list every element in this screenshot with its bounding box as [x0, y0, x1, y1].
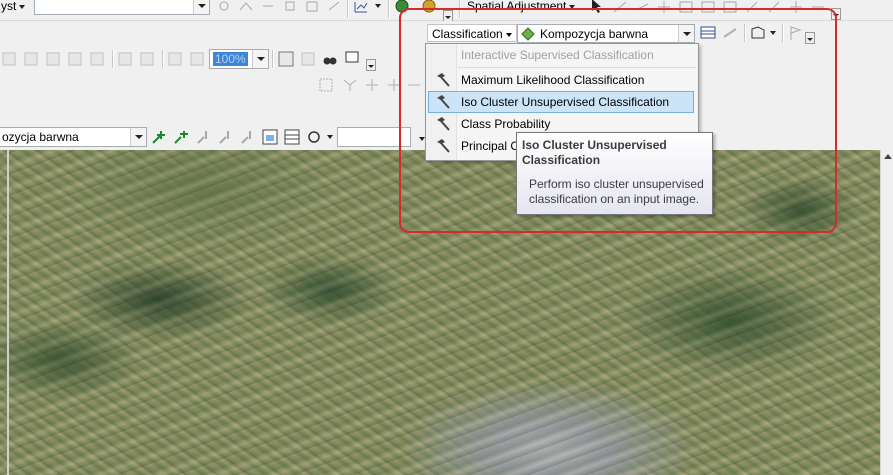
binoculars-icon[interactable]	[322, 51, 338, 67]
graph-icon[interactable]	[353, 0, 369, 16]
zoom-level-combo[interactable]: 100%	[209, 49, 269, 69]
add-point-icon[interactable]	[151, 129, 167, 145]
zoom-in-icon[interactable]	[2, 51, 18, 67]
back-extent-icon[interactable]	[168, 51, 184, 67]
zoom-out-icon[interactable]	[24, 51, 40, 67]
full-extent-icon[interactable]	[68, 51, 84, 67]
layer-table-icon[interactable]	[284, 129, 300, 145]
top-dropdown[interactable]	[34, 0, 210, 15]
shift-icon[interactable]	[342, 77, 358, 93]
tool-c-icon[interactable]	[240, 129, 256, 145]
sketch-icon[interactable]	[326, 0, 342, 16]
swipe-icon[interactable]	[344, 50, 360, 66]
layer-combo[interactable]: ozycja barwna	[0, 127, 147, 147]
refresh-icon[interactable]	[306, 129, 322, 145]
split-icon[interactable]	[260, 0, 276, 16]
histogram-icon[interactable]	[262, 129, 278, 145]
highlight-annotation	[399, 8, 837, 233]
fixed-zoom-out-icon[interactable]	[140, 51, 156, 67]
vertex-icon[interactable]	[216, 0, 232, 16]
add-multipoint-icon[interactable]	[173, 129, 189, 145]
reshape-icon[interactable]	[238, 0, 254, 16]
forward-extent-icon[interactable]	[190, 51, 206, 67]
chevron-down-icon[interactable]	[252, 50, 268, 68]
chevron-down-icon[interactable]	[130, 128, 146, 146]
fixed-zoom-in-icon[interactable]	[118, 51, 134, 67]
one-to-one-icon[interactable]	[90, 51, 106, 67]
rotate-icon[interactable]	[282, 0, 298, 16]
chevron-down-icon[interactable]	[193, 0, 209, 14]
rotate-raster-icon[interactable]	[318, 77, 334, 93]
add-control-points-icon[interactable]	[364, 77, 380, 93]
pan-icon[interactable]	[46, 51, 62, 67]
scroll-up-icon[interactable]	[884, 154, 892, 159]
map-left-edge	[7, 150, 9, 475]
vertical-scrollbar[interactable]	[880, 150, 893, 475]
tool-b-icon[interactable]	[218, 129, 234, 145]
overview-icon[interactable]	[300, 51, 316, 67]
top-left-combo[interactable]: yst	[0, 0, 28, 16]
toolbar-overflow-icon[interactable]	[366, 59, 376, 71]
layer-combo-value: ozycja barwna	[2, 130, 79, 144]
magnifier-window-icon[interactable]	[278, 51, 294, 67]
attributes-icon[interactable]	[304, 0, 320, 16]
top-left-combo-value: yst	[1, 0, 17, 13]
zoom-level-value: 100%	[213, 52, 248, 66]
tool-a-icon[interactable]	[196, 129, 212, 145]
